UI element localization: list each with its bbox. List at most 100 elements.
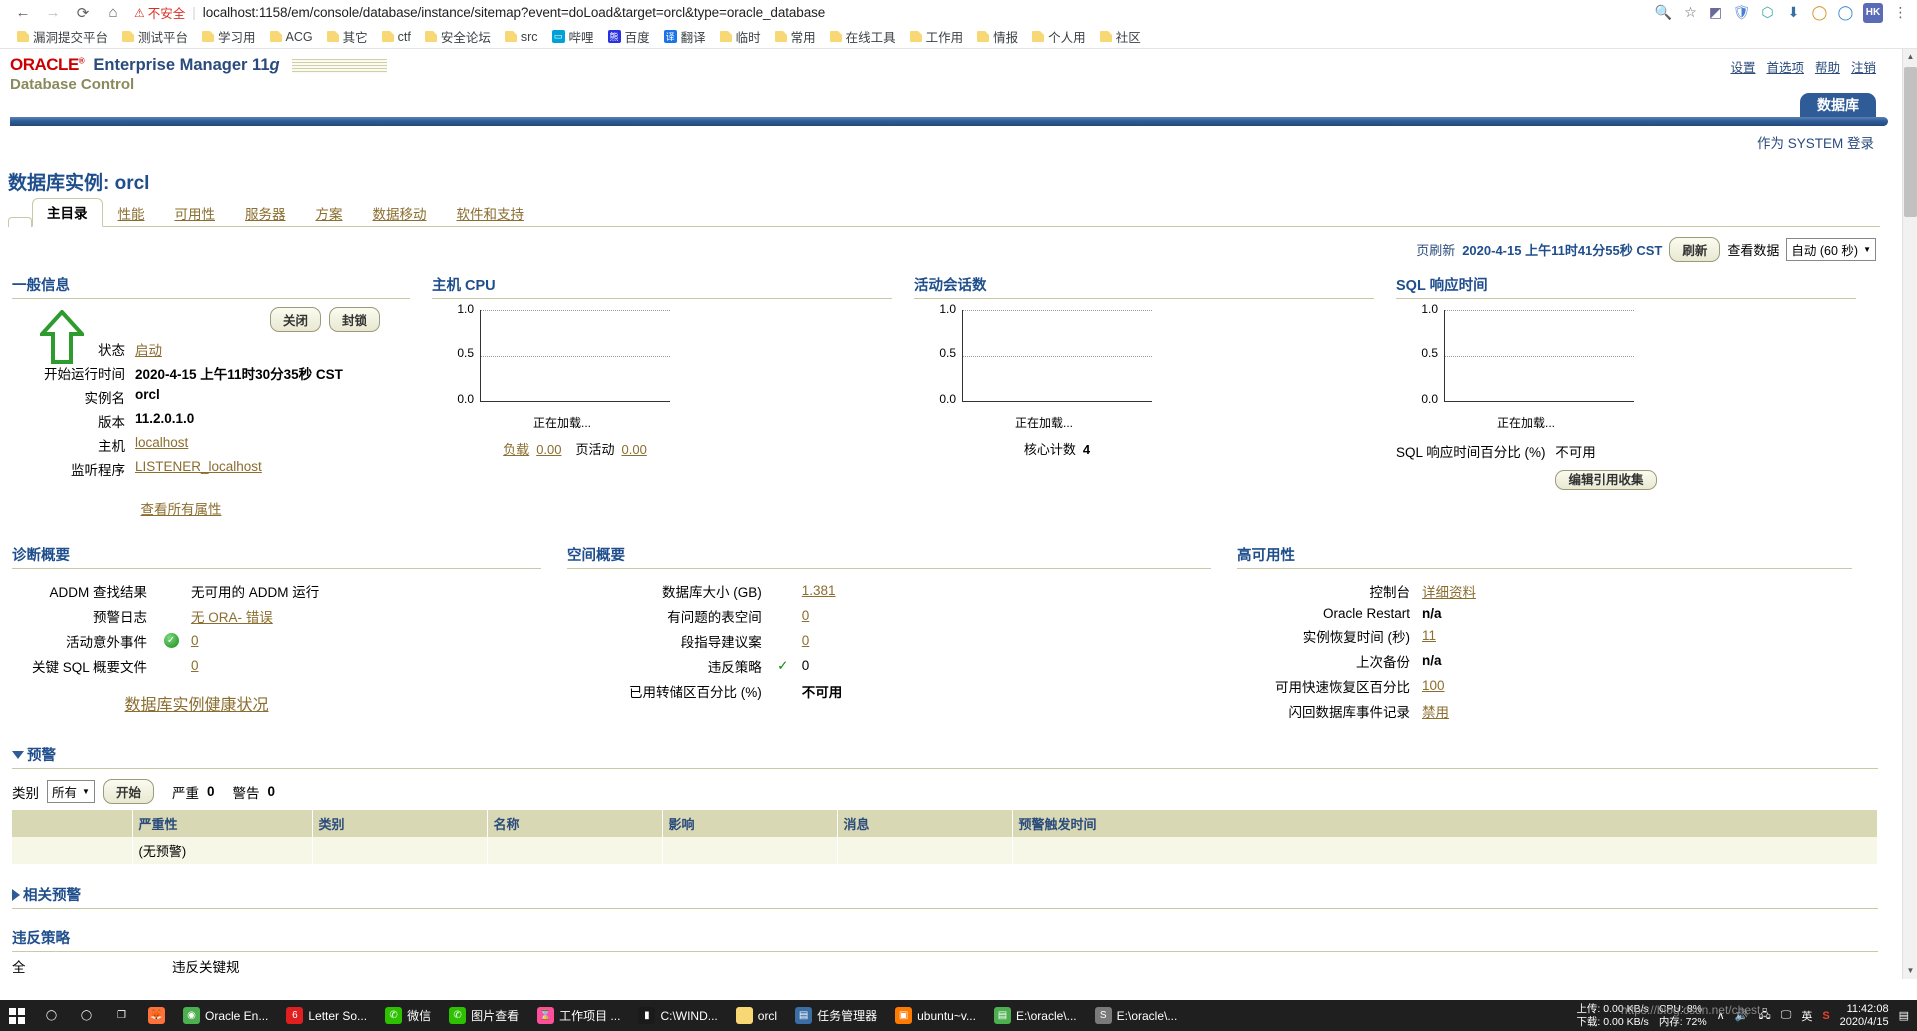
bookmark-item[interactable]: 漏洞提交平台 bbox=[10, 26, 115, 48]
tab-2[interactable]: 可用性 bbox=[160, 200, 231, 226]
bookmark-item[interactable]: ctf bbox=[375, 26, 418, 48]
taskbar-item[interactable]: ✆ 微信 bbox=[376, 1000, 440, 1031]
tab-database[interactable]: 数据库 bbox=[1800, 93, 1876, 117]
alerts-column-header[interactable] bbox=[12, 810, 133, 837]
sync-icon[interactable]: ◯ bbox=[1837, 4, 1854, 21]
related-alerts-section-header[interactable]: 相关预警 bbox=[12, 884, 1878, 909]
alerts-column-header[interactable]: 类别 bbox=[312, 810, 488, 837]
tab-5[interactable]: 数据移动 bbox=[358, 200, 442, 226]
bookmark-item[interactable]: 测试平台 bbox=[115, 26, 195, 48]
reload-button[interactable]: ⟳ bbox=[68, 2, 98, 24]
ha-value[interactable]: 详细资料 bbox=[1422, 579, 1476, 602]
bookmark-item[interactable]: 个人用 bbox=[1025, 26, 1093, 48]
ime-indicator[interactable]: 英 bbox=[1801, 1008, 1812, 1024]
address-bar[interactable]: ⚠ 不安全 | localhost:1158/em/console/databa… bbox=[134, 2, 1655, 24]
diagnostics-value[interactable]: 无 ORA- 错误 bbox=[185, 604, 319, 627]
ha-value[interactable]: 100 bbox=[1422, 674, 1476, 697]
user-icon[interactable]: ◯ bbox=[1811, 4, 1828, 21]
taskbar-item[interactable]: ▤ E:\oracle\... bbox=[985, 1000, 1086, 1031]
taskbar-item[interactable]: ◯ bbox=[69, 1000, 104, 1031]
general-info-value[interactable]: 启动 bbox=[135, 338, 343, 360]
alerts-column-header[interactable]: 严重性 bbox=[132, 810, 313, 837]
alerts-column-header[interactable]: 名称 bbox=[487, 810, 663, 837]
view-all-properties-link[interactable]: 查看所有属性 bbox=[12, 498, 410, 518]
clock[interactable]: 11:42:08 2020/4/15 bbox=[1840, 1003, 1889, 1029]
top-link-3[interactable]: 注销 bbox=[1851, 57, 1876, 76]
insecure-indicator[interactable]: ⚠ 不安全 bbox=[134, 3, 185, 22]
tab-4[interactable]: 方案 bbox=[301, 200, 358, 226]
space-value[interactable]: 1.381 bbox=[794, 579, 843, 602]
home-button[interactable]: ⌂ bbox=[98, 2, 128, 24]
scroll-up-icon[interactable]: ▲ bbox=[1903, 49, 1917, 65]
alerts-section-header[interactable]: 预警 bbox=[12, 744, 1878, 769]
edit-reference-collection-button[interactable]: 编辑引用收集 bbox=[1555, 470, 1657, 490]
taskbar-item[interactable]: S E:\oracle\... bbox=[1086, 1000, 1187, 1031]
view-data-select[interactable]: 自动 (60 秒) ▼ bbox=[1786, 238, 1876, 261]
bookmark-item[interactable]: 社区 bbox=[1093, 26, 1148, 48]
download-icon[interactable]: ⬇ bbox=[1785, 4, 1802, 21]
profile-avatar[interactable]: HK bbox=[1863, 2, 1883, 23]
bookmark-item[interactable]: src bbox=[498, 26, 545, 48]
chart-foot-value[interactable]: 0.00 bbox=[536, 442, 561, 457]
notifications-icon[interactable]: ▤ bbox=[1899, 1009, 1909, 1022]
bookmark-item[interactable]: 在线工具 bbox=[823, 26, 903, 48]
alerts-column-header[interactable]: 影响 bbox=[662, 810, 838, 837]
start-button[interactable] bbox=[0, 1000, 34, 1031]
general-button-1[interactable]: 封锁 bbox=[328, 307, 380, 332]
scroll-down-icon[interactable]: ▼ bbox=[1903, 963, 1917, 979]
chart-foot-value[interactable]: 0.00 bbox=[622, 442, 647, 457]
taskbar-item[interactable]: 6 Letter So... bbox=[277, 1000, 376, 1031]
top-link-0[interactable]: 设置 bbox=[1730, 57, 1755, 76]
taskbar-item[interactable]: ▣ ubuntu~v... bbox=[886, 1000, 985, 1031]
bookmark-item[interactable]: 其它 bbox=[320, 26, 375, 48]
bookmark-item[interactable]: ▭ 哔哩 bbox=[545, 26, 601, 48]
top-link-2[interactable]: 帮助 bbox=[1815, 57, 1840, 76]
sogou-icon[interactable]: S bbox=[1822, 1010, 1829, 1022]
bookmark-item[interactable]: 学习用 bbox=[195, 26, 263, 48]
tab-1[interactable]: 性能 bbox=[103, 200, 160, 226]
back-button[interactable]: ← bbox=[8, 2, 38, 24]
taskbar-item[interactable]: ✆ 图片查看 bbox=[440, 1000, 528, 1031]
scrollbar-thumb[interactable] bbox=[1904, 67, 1917, 217]
bookmark-item[interactable]: 译翻译 bbox=[657, 26, 713, 48]
extension-icon[interactable]: ◩ bbox=[1707, 4, 1724, 21]
alerts-column-header[interactable]: 消息 bbox=[837, 810, 1013, 837]
tab-3[interactable]: 服务器 bbox=[230, 200, 301, 226]
tab-0[interactable]: 主目录 bbox=[32, 198, 103, 227]
alerts-column-header[interactable]: 预警触发时间 bbox=[1012, 810, 1878, 837]
taskbar-item[interactable]: ▤ 任务管理器 bbox=[786, 1000, 886, 1031]
more-icon[interactable]: ⋮ bbox=[1892, 4, 1909, 21]
tab-6[interactable]: 软件和支持 bbox=[442, 200, 540, 226]
taskbar-item[interactable]: 🦊 bbox=[139, 1000, 174, 1031]
bookmark-item[interactable]: 熊百度 bbox=[601, 26, 657, 48]
bookmark-item[interactable]: ACG bbox=[263, 26, 320, 48]
forward-button[interactable]: → bbox=[38, 2, 68, 24]
taskbar-item[interactable]: ◯ bbox=[34, 1000, 69, 1031]
diagnostics-value[interactable]: 0 bbox=[185, 629, 319, 652]
ha-value[interactable]: 禁用 bbox=[1422, 699, 1476, 722]
taskbar-item[interactable]: orcl bbox=[727, 1000, 786, 1031]
bookmark-item[interactable]: 情报 bbox=[970, 26, 1025, 48]
vertical-scrollbar[interactable]: ▲ ▼ bbox=[1902, 49, 1917, 979]
puzzle-icon[interactable]: ⬡ bbox=[1759, 4, 1776, 21]
space-value[interactable]: 0 bbox=[794, 604, 843, 627]
db-health-link[interactable]: 数据库实例健康状况 bbox=[124, 697, 268, 714]
taskbar-item[interactable]: ▮ C:\WIND... bbox=[629, 1000, 726, 1031]
bookmark-item[interactable]: 临时 bbox=[713, 26, 768, 48]
general-info-value[interactable]: localhost bbox=[135, 434, 343, 456]
bookmark-item[interactable]: 常用 bbox=[768, 26, 823, 48]
taskbar-item[interactable]: ❐ bbox=[104, 1000, 139, 1031]
bookmark-item[interactable]: 工作用 bbox=[903, 26, 971, 48]
star-icon[interactable]: ☆ bbox=[1682, 4, 1699, 21]
taskbar-item[interactable]: ⌛ 工作项目 ... bbox=[528, 1000, 629, 1031]
space-value[interactable]: 0 bbox=[794, 629, 843, 652]
zoom-icon[interactable]: 🔍 bbox=[1655, 4, 1672, 21]
top-link-1[interactable]: 首选项 bbox=[1766, 57, 1804, 76]
refresh-button[interactable]: 刷新 bbox=[1669, 237, 1721, 262]
ha-value[interactable]: 11 bbox=[1422, 624, 1476, 647]
monitor-icon[interactable]: 🖵 bbox=[1781, 1009, 1792, 1022]
taskbar-item[interactable]: ◉ Oracle En... bbox=[174, 1000, 277, 1031]
general-button-0[interactable]: 关闭 bbox=[269, 307, 321, 332]
alerts-go-button[interactable]: 开始 bbox=[102, 779, 154, 804]
shield-icon[interactable]: 🛡 bbox=[1733, 4, 1751, 21]
